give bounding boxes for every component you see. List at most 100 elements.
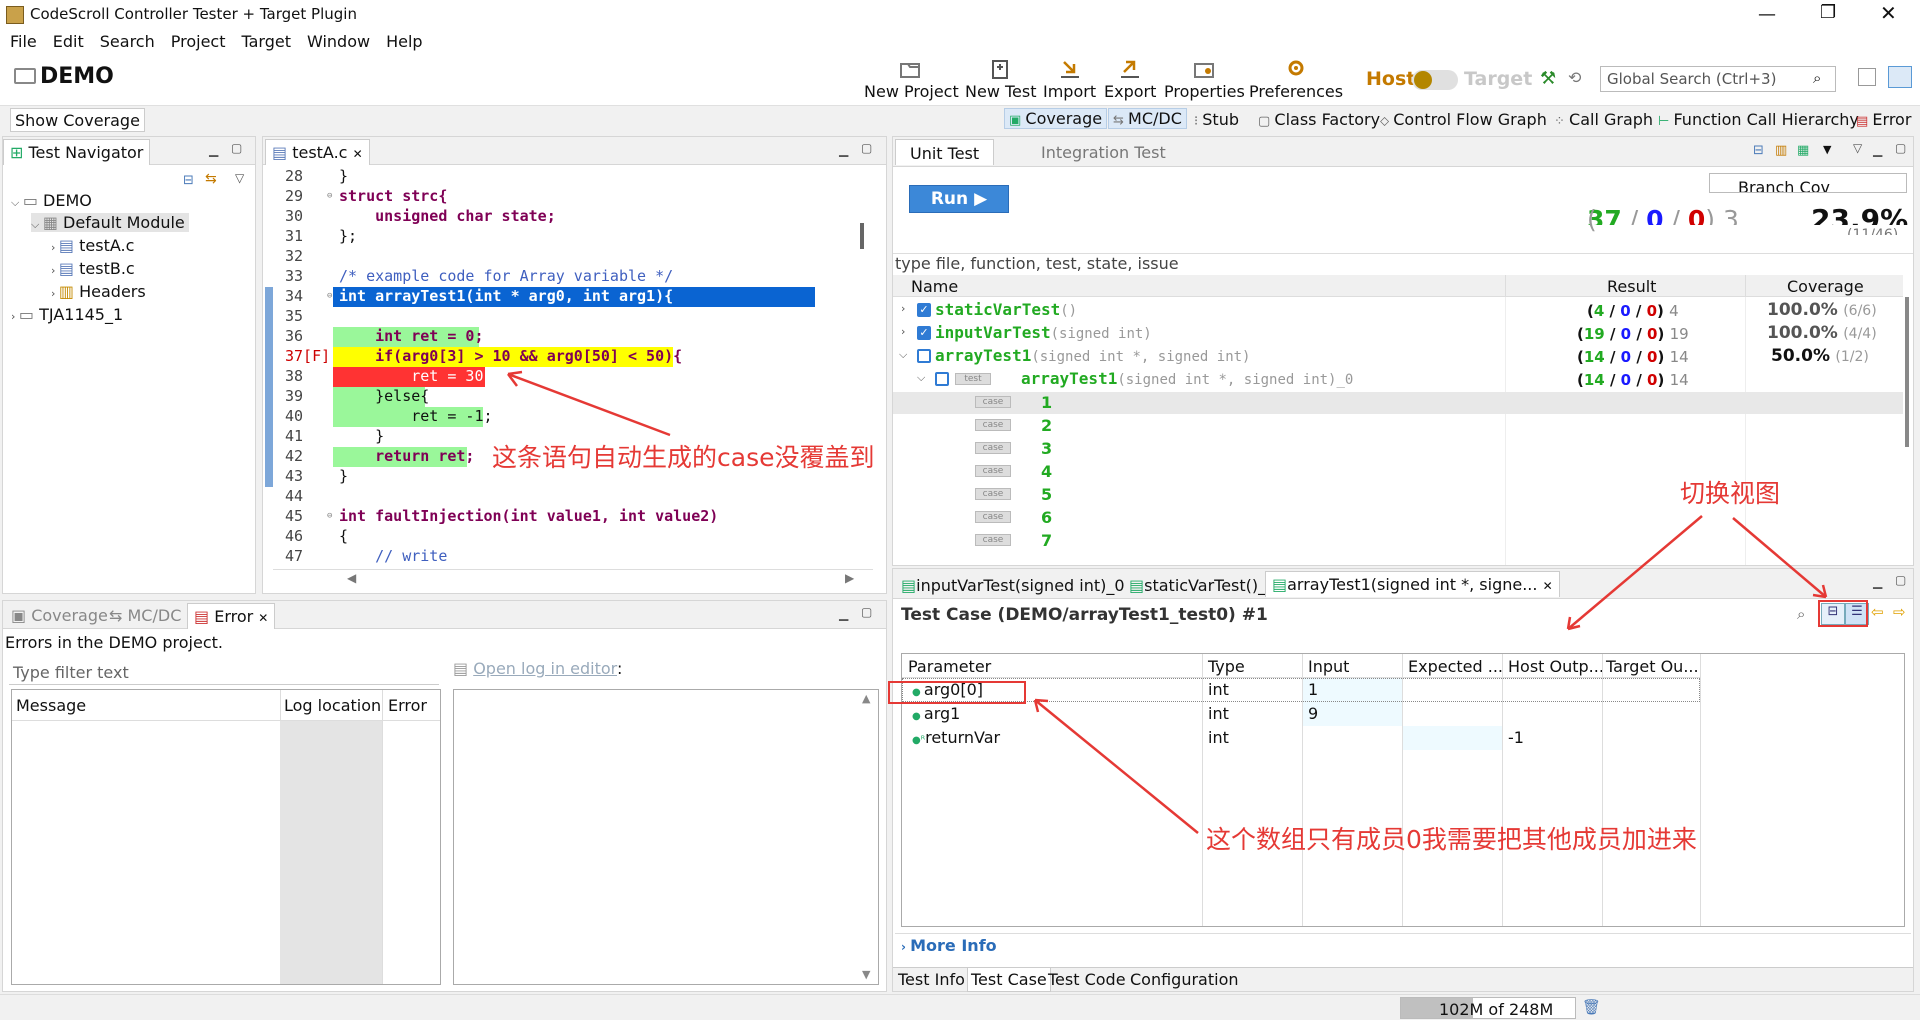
test-row[interactable]: › ✓ staticVarTest() (4 / 0 / 0) 4 100.0%… bbox=[893, 300, 1903, 322]
column-parameter[interactable]: Parameter bbox=[908, 657, 991, 676]
fold-icon[interactable]: ⊖ bbox=[327, 291, 332, 301]
chevron-down-icon[interactable]: ⌵ bbox=[917, 371, 925, 385]
tree-item-demo[interactable]: ⌵ ▭ DEMO bbox=[11, 191, 92, 210]
column-message[interactable]: Message bbox=[16, 696, 86, 715]
heap-status[interactable]: 102M of 248M bbox=[1400, 997, 1576, 1019]
tree-item-tja1145[interactable]: › ▭ TJA1145_1 bbox=[11, 305, 123, 324]
maximize-icon[interactable]: ▢ bbox=[231, 141, 242, 155]
code-line[interactable]: 44 bbox=[263, 487, 863, 507]
tab-test-info[interactable]: Test Info bbox=[895, 970, 968, 989]
column-host-output[interactable]: Host Outp... bbox=[1508, 657, 1604, 676]
properties-button[interactable]: Properties bbox=[1164, 58, 1245, 101]
tab-test-case[interactable]: Test Case bbox=[967, 968, 1051, 992]
show-coverage-button[interactable]: Show Coverage bbox=[10, 108, 145, 132]
code-line[interactable]: 38 ret = 30; bbox=[263, 367, 863, 387]
case-row[interactable]: case 2 bbox=[893, 415, 1903, 437]
trash-icon[interactable]: 🗑 bbox=[1582, 998, 1601, 1016]
column-name[interactable]: Name bbox=[911, 277, 958, 296]
close-tab-icon[interactable]: ✕ bbox=[1543, 579, 1553, 593]
tab-call-graph[interactable]: ⁘ Call Graph bbox=[1554, 110, 1653, 129]
tab-mcdc-view[interactable]: ⇆ MC/DC bbox=[103, 603, 187, 629]
parameter-row[interactable]: ●ᴿreturnVar int -1 bbox=[902, 726, 1700, 750]
test-row[interactable]: ⌵ arrayTest1(signed int *, signed int) (… bbox=[893, 346, 1903, 368]
minimize-icon[interactable]: ▁ bbox=[209, 143, 218, 157]
column-type[interactable]: Type bbox=[1208, 657, 1245, 676]
minimize-icon[interactable]: ▁ bbox=[839, 143, 848, 157]
maximize-icon[interactable]: ▢ bbox=[1895, 573, 1906, 587]
menu-edit[interactable]: Edit bbox=[53, 32, 84, 51]
build-icon[interactable]: ⚒ bbox=[1540, 68, 1556, 89]
column-error[interactable]: Error bbox=[388, 696, 427, 715]
export-report-icon[interactable]: ▥ bbox=[1775, 143, 1787, 158]
column-log-location[interactable]: Log location bbox=[284, 696, 381, 715]
parameter-input[interactable]: 9 bbox=[1308, 704, 1318, 723]
global-search-input[interactable]: Global Search (Ctrl+3) ⌕ bbox=[1600, 66, 1836, 92]
collapse-all-icon[interactable]: ⊟ bbox=[183, 173, 194, 188]
code-line[interactable]: 35 bbox=[263, 307, 863, 327]
close-icon[interactable]: ✕ bbox=[1880, 1, 1897, 25]
perspective-icon[interactable] bbox=[1888, 66, 1912, 88]
minimize-icon[interactable]: ▁ bbox=[1873, 143, 1882, 157]
tab-stub[interactable]: ⁝ Stub bbox=[1194, 110, 1239, 129]
tab-mcdc[interactable]: ⇆ MC/DC bbox=[1108, 108, 1187, 129]
tab-test-code[interactable]: Test Code bbox=[1045, 970, 1129, 989]
code-line[interactable]: 28} bbox=[263, 167, 863, 187]
maximize-icon[interactable]: ❐ bbox=[1820, 2, 1836, 23]
tab-unit-test[interactable]: Unit Test bbox=[895, 139, 995, 165]
minimize-icon[interactable]: — bbox=[1758, 4, 1776, 25]
code-line[interactable]: 30 unsigned char state; bbox=[263, 207, 863, 227]
test-filter-input[interactable]: type file, function, test, state, issue bbox=[893, 253, 1913, 273]
log-detail-area[interactable]: ▲ ▼ bbox=[453, 689, 879, 985]
code-line[interactable]: 39 }else{ bbox=[263, 387, 863, 407]
tab-coverage-view[interactable]: ▣ Coverage bbox=[5, 603, 114, 629]
parameter-row[interactable]: ● arg1 int 9 bbox=[902, 702, 1700, 726]
horizontal-scrollbar[interactable]: ◀ ▶ bbox=[273, 569, 873, 585]
checkbox-unchecked[interactable] bbox=[935, 372, 949, 386]
tab-class-factory[interactable]: ▢ Class Factory bbox=[1258, 110, 1380, 129]
tab-inputvartest[interactable]: ▤inputVarTest(signed int)_0 bbox=[895, 573, 1131, 599]
branch-coverage-select[interactable]: Branch Cov bbox=[1709, 173, 1907, 193]
close-tab-icon[interactable]: ✕ bbox=[258, 611, 268, 625]
maximize-icon[interactable]: ▢ bbox=[861, 141, 872, 155]
case-row[interactable]: case 7 bbox=[893, 530, 1903, 552]
view-menu-icon[interactable]: ▽ bbox=[1853, 141, 1862, 155]
column-expected[interactable]: Expected ... bbox=[1408, 657, 1503, 676]
code-line[interactable]: 36 int ret = 0; bbox=[263, 327, 863, 347]
code-line[interactable]: 47 // write bbox=[263, 547, 863, 567]
parameter-input[interactable]: 1 bbox=[1308, 680, 1318, 699]
column-coverage[interactable]: Coverage bbox=[1787, 277, 1864, 296]
tab-testa-c[interactable]: ▤ testA.c ✕ bbox=[265, 139, 370, 165]
tree-item-headers[interactable]: › ▥ Headers bbox=[51, 282, 146, 301]
tree-scroll-thumb[interactable] bbox=[1905, 297, 1909, 447]
code-line[interactable]: 37[F] if(arg0[3] > 10 && arg0[50] < 50){ bbox=[263, 347, 863, 367]
chevron-right-icon[interactable]: › bbox=[901, 325, 905, 338]
export-button[interactable]: Export bbox=[1104, 58, 1156, 101]
tab-configuration[interactable]: Configuration bbox=[1127, 970, 1242, 989]
close-tab-icon[interactable]: ✕ bbox=[353, 147, 363, 161]
column-input[interactable]: Input bbox=[1308, 657, 1349, 676]
fold-icon[interactable]: ⊖ bbox=[327, 191, 332, 201]
code-line[interactable]: 34 int arrayTest1(int * arg0, int arg1){⊖ bbox=[263, 287, 863, 307]
code-line[interactable]: 33 /* example code for Array variable */ bbox=[263, 267, 863, 287]
search-icon[interactable]: ⌕ bbox=[1813, 69, 1821, 87]
code-line[interactable]: 40 ret = -1; bbox=[263, 407, 863, 427]
scroll-down-icon[interactable]: ▼ bbox=[862, 968, 870, 981]
tree-item-default-module[interactable]: ⌵ ▦ Default Module bbox=[31, 213, 189, 232]
tab-function-call-hierarchy[interactable]: ⊢ Function Call Hierarchy bbox=[1658, 110, 1859, 129]
checkbox-unchecked[interactable] bbox=[917, 349, 931, 363]
tab-test-navigator[interactable]: ⊞ Test Navigator bbox=[3, 139, 151, 165]
open-perspective-icon[interactable] bbox=[1858, 68, 1876, 86]
tab-error[interactable]: ▤ Error bbox=[1856, 110, 1911, 129]
open-log-link[interactable]: Open log in editor bbox=[473, 659, 617, 678]
maximize-icon[interactable]: ▢ bbox=[1895, 141, 1906, 155]
run-button[interactable]: Run ▶ bbox=[909, 185, 1009, 213]
maximize-icon[interactable]: ▢ bbox=[861, 605, 872, 619]
filter-icon[interactable]: ▦ bbox=[1797, 143, 1809, 158]
host-target-toggle[interactable] bbox=[1412, 70, 1458, 90]
menu-project[interactable]: Project bbox=[171, 32, 226, 51]
checkbox-checked[interactable]: ✓ bbox=[917, 303, 931, 317]
editor-scroll-thumb[interactable] bbox=[860, 223, 864, 249]
search-icon[interactable]: ⌕ bbox=[1797, 605, 1805, 623]
tab-coverage[interactable]: ▣ Coverage bbox=[1004, 108, 1108, 129]
checkbox-checked[interactable]: ✓ bbox=[917, 326, 931, 340]
